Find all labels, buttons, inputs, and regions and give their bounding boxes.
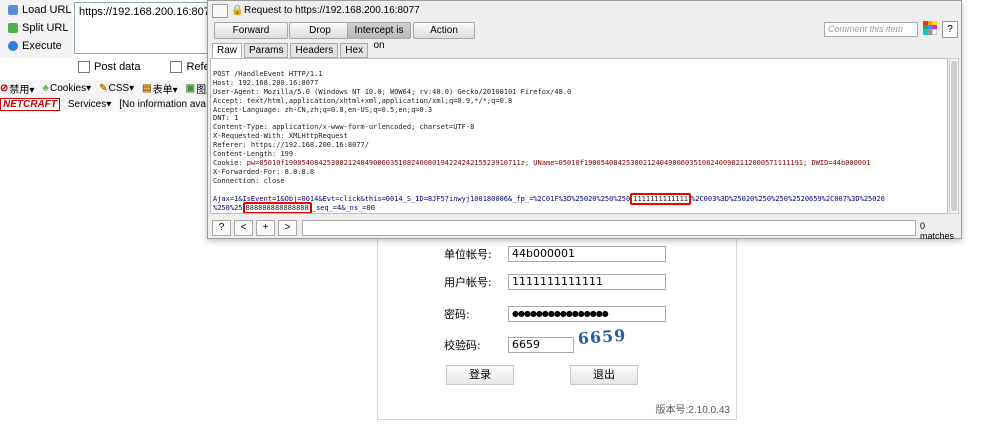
split-url-label: Split URL: [22, 22, 69, 34]
tab-params[interactable]: Params: [244, 43, 289, 58]
post-data-label: Post data: [94, 61, 141, 73]
intercept-toggle-button[interactable]: Intercept is on: [347, 22, 411, 51]
comment-input[interactable]: Comment this item: [824, 22, 918, 37]
post-data-box[interactable]: [78, 61, 90, 73]
exit-button[interactable]: 退出: [570, 365, 638, 385]
scrollbar-thumb[interactable]: [951, 61, 957, 211]
post-data-checkbox[interactable]: Post data: [78, 61, 140, 73]
site-info-text: [No information ava: [119, 98, 206, 110]
x-forwarded-for-header: X-Forwarded-For: 8.8.8.8: [213, 167, 315, 176]
unit-account-row: 单位帐号: 44b000001: [444, 245, 666, 263]
split-url-icon: [8, 23, 18, 33]
search-matches-count: 0 matches: [920, 221, 955, 241]
edit-pencil-icon[interactable]: [212, 4, 228, 18]
referrer-box[interactable]: [170, 61, 183, 73]
webdev-toolbar: ⊘禁用▾ ♣Cookies▾ ✎CSS▾ ▤表单▾ ▣图片▾: [0, 80, 221, 96]
execute-icon: [8, 41, 18, 51]
captcha-image[interactable]: 6659: [577, 325, 639, 355]
execute-label: Execute: [22, 40, 62, 52]
search-add-button[interactable]: +: [256, 220, 275, 236]
dnt-header: DNT: 1: [213, 114, 239, 123]
unit-account-label: 单位帐号:: [444, 248, 492, 261]
connection-header: Connection: close: [213, 176, 285, 185]
password-input[interactable]: ●●●●●●●●●●●●●●●●: [508, 306, 666, 322]
css-menu-label: CSS▾: [108, 82, 135, 94]
load-url-icon: [8, 5, 18, 15]
forward-button[interactable]: Forward: [214, 22, 288, 39]
body-part-c: %250%25: [213, 203, 243, 212]
cookies-menu-label: Cookies▾: [49, 82, 92, 94]
cookie-header: Cookie: pw=05010f19005408425300212404900…: [213, 159, 945, 168]
body-part-d: _seq_=4&_ns_=00: [311, 203, 375, 212]
request-title: Request to https://192.168.200.16:8077: [244, 5, 420, 16]
body-line-1: Ajax=1&IsEvent=1&Obj=0014&Evt=click&this…: [213, 192, 945, 205]
services-menu[interactable]: Services▾: [68, 99, 111, 110]
user-account-input[interactable]: 1111111111111: [508, 274, 666, 290]
version-label: 版本号:2.10.0.43: [655, 405, 730, 416]
login-panel: 单位帐号: 44b000001 用户帐号: 1111111111111 密码: …: [377, 228, 737, 420]
user-account-label: 用户帐号:: [444, 276, 492, 289]
tab-hex[interactable]: Hex: [340, 43, 369, 58]
referer-header: Referer: https://192.168.200.16:8077/: [213, 141, 369, 150]
password-row: 密码: ●●●●●●●●●●●●●●●●: [444, 305, 666, 323]
help-button[interactable]: ?: [942, 21, 958, 38]
highlight-color-icon[interactable]: [923, 21, 937, 35]
editor-scrollbar[interactable]: [949, 58, 959, 214]
tab-raw[interactable]: Raw: [212, 43, 243, 58]
login-button[interactable]: 登录: [446, 365, 514, 385]
css-menu[interactable]: ✎ CSS▾: [99, 83, 134, 94]
accept-language-header: Accept-Language: zh-CN,zh;q=0.8,en-US;q=…: [213, 105, 433, 114]
captcha-label: 校验码:: [444, 339, 481, 352]
highlighted-user-value: 1111111111111: [630, 192, 692, 205]
cookie-key: Cookie:: [213, 158, 247, 167]
x-requested-with-header: X-Requested-With: XMLHttpRequest: [213, 132, 348, 141]
password-label: 密码:: [444, 308, 470, 321]
forms-menu[interactable]: ▤ 表单▾: [142, 81, 177, 96]
body-line-2: %250%25 888888888888888 _seq_=4&_ns_=00: [213, 201, 945, 213]
cookies-menu[interactable]: ♣ Cookies▾: [42, 83, 91, 94]
cookie-value: pw=05010f1900540842530021240490060351082…: [246, 158, 871, 167]
raw-request-editor[interactable]: POST /HandleEvent HTTP/1.1 Host: 192.168.…: [210, 58, 948, 214]
execute-button[interactable]: Execute: [8, 38, 62, 54]
split-url-button[interactable]: Split URL: [8, 20, 68, 36]
lock-icon: 🔒: [231, 5, 244, 16]
burp-intercept-window: 🔒 Request to https://192.168.200.16:8077…: [207, 0, 962, 241]
user-agent-header: User-Agent: Mozilla/5.0 (Windows NT 10.0…: [213, 87, 572, 96]
message-tabs: Raw Params Headers Hex: [212, 43, 369, 58]
request-line: POST /HandleEvent HTTP/1.1: [213, 69, 323, 78]
disable-menu[interactable]: ⊘ 禁用▾: [0, 81, 34, 96]
unit-account-input[interactable]: 44b000001: [508, 246, 666, 262]
host-header: Host: 192.168.200.16:8077: [213, 78, 319, 87]
netcraft-toolbar: NETCRAFT Services▾ [No information ava: [0, 96, 210, 112]
search-next-button[interactable]: >: [278, 220, 297, 236]
highlighted-password-value: 888888888888888: [242, 201, 312, 213]
captcha-input[interactable]: 6659: [508, 337, 574, 353]
drop-button[interactable]: Drop: [289, 22, 351, 39]
hackbar-options: Post data Referrer: [78, 61, 227, 73]
search-prev-button[interactable]: <: [234, 220, 253, 236]
forms-menu-label: 表单▾: [152, 84, 178, 96]
load-url-label: Load URL: [22, 4, 72, 16]
disable-menu-label: 禁用▾: [9, 84, 35, 96]
search-input[interactable]: [302, 220, 916, 236]
user-account-row: 用户帐号: 1111111111111: [444, 273, 666, 291]
accept-header: Accept: text/html,application/xhtml+xml,…: [213, 96, 513, 105]
hackbar-side-panel: Load URL Split URL Execute: [0, 0, 72, 58]
load-url-button[interactable]: Load URL: [8, 2, 72, 18]
content-type-header: Content-Type: application/x-www-form-url…: [213, 123, 475, 132]
tab-headers[interactable]: Headers: [290, 43, 339, 58]
content-length-header: Content-Length: 199: [213, 150, 294, 159]
captcha-row: 校验码: 6659: [444, 336, 574, 354]
search-help-button[interactable]: ?: [212, 220, 231, 236]
action-button[interactable]: Action: [413, 22, 475, 39]
netcraft-logo[interactable]: NETCRAFT: [0, 97, 60, 111]
body-part-b: %2C003%3D%25020%250%250%2520659%2C007%3D…: [691, 194, 885, 203]
